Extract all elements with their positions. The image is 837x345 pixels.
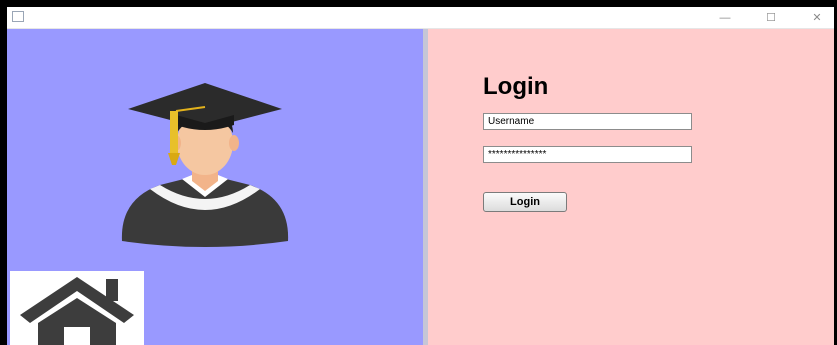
login-panel: Login Login: [428, 29, 834, 345]
app-window: — ☐ ✕ Login Username *************** Log…: [7, 7, 834, 345]
title-bar: — ☐ ✕: [7, 7, 834, 29]
java-app-icon: [12, 11, 24, 22]
home-icon: [20, 277, 134, 345]
home-button[interactable]: [10, 271, 144, 345]
left-image-panel: [7, 29, 423, 345]
close-button[interactable]: ✕: [794, 7, 834, 28]
maximize-button[interactable]: ☐: [748, 7, 794, 28]
login-title: Login: [483, 73, 549, 100]
close-icon: ✕: [812, 12, 822, 24]
login-button[interactable]: Login: [483, 192, 567, 212]
minimize-button[interactable]: —: [702, 7, 748, 28]
minimize-icon: —: [719, 11, 731, 24]
maximize-icon: ☐: [766, 12, 776, 24]
graduate-avatar-icon: [121, 83, 289, 247]
username-field[interactable]: [483, 113, 692, 130]
password-field[interactable]: [483, 146, 692, 163]
